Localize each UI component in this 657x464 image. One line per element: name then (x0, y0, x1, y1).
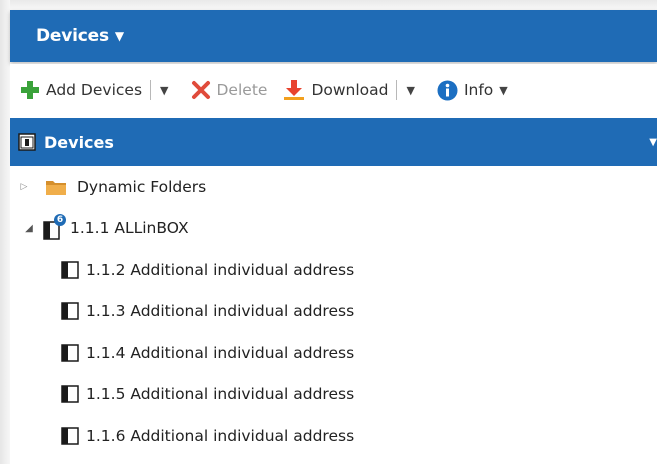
separator (150, 80, 152, 100)
device-icon (60, 384, 80, 404)
tree-item-label: 1.1.1 ALLinBOX (70, 219, 189, 238)
top-shadow (0, 0, 657, 10)
panel-title-dropdown[interactable]: Devices (36, 26, 109, 46)
download-label: Download (311, 81, 389, 99)
download-arrow-icon (283, 79, 305, 101)
separator (396, 80, 398, 100)
panel-title-bar: Devices ▼ (10, 10, 657, 62)
device-icon (60, 301, 80, 321)
info-circle-icon (437, 80, 458, 101)
devices-panel: Devices ▼ Add Devices ▼ Delete Download … (0, 0, 657, 464)
tree-item-label: Dynamic Folders (77, 177, 207, 196)
tree-item-label: 1.1.2 Additional individual address (86, 260, 355, 279)
device-icon: 6 (42, 214, 66, 240)
tree-item-child[interactable]: 1.1.5 Additional individual address (10, 374, 657, 416)
device-icon (60, 426, 80, 446)
tree-item-dynamic-folders[interactable]: ▷ Dynamic Folders (10, 166, 657, 208)
x-icon (191, 80, 211, 100)
info-button[interactable]: Info ▼ (437, 80, 508, 101)
device-icon (60, 343, 80, 363)
add-devices-label: Add Devices (46, 81, 143, 99)
devices-section-header[interactable]: Devices ▼ (10, 118, 657, 166)
tree-item-child[interactable]: 1.1.2 Additional individual address (10, 249, 657, 291)
section-title: Devices (44, 132, 114, 152)
download-button[interactable]: Download (283, 79, 388, 101)
left-shadow (0, 0, 10, 464)
delete-label: Delete (216, 81, 268, 99)
toolbar: Add Devices ▼ Delete Download ▼ Info ▼ (10, 64, 657, 116)
tree-item-child[interactable]: 1.1.6 Additional individual address (10, 415, 657, 457)
download-dropdown-arrow[interactable]: ▼ (406, 84, 414, 97)
tree-item-main-device[interactable]: ◢ 6 1.1.1 ALLinBOX (10, 208, 657, 250)
chevron-down-icon[interactable]: ▼ (115, 29, 124, 43)
collapse-arrow-icon[interactable]: ◢ (24, 223, 34, 234)
add-devices-dropdown-arrow[interactable]: ▼ (160, 84, 168, 97)
info-label: Info (463, 81, 494, 99)
device-icon (60, 260, 80, 280)
expand-arrow-icon[interactable]: ▷ (19, 182, 29, 192)
tree-item-label: 1.1.3 Additional individual address (86, 302, 355, 321)
info-dropdown-arrow[interactable]: ▼ (499, 84, 507, 97)
tree-item-label: 1.1.6 Additional individual address (86, 426, 355, 445)
folder-icon (45, 178, 67, 196)
add-devices-button[interactable]: Add Devices (20, 80, 142, 100)
plus-icon (20, 80, 40, 100)
device-tree: ▷ Dynamic Folders ◢ 6 1.1.1 ALLinBOX 1.1… (10, 166, 657, 457)
delete-button[interactable]: Delete (191, 80, 268, 100)
device-badge: 6 (54, 214, 66, 227)
tree-item-child[interactable]: 1.1.3 Additional individual address (10, 291, 657, 333)
chevron-down-icon[interactable]: ▼ (649, 137, 657, 148)
tree-item-child[interactable]: 1.1.4 Additional individual address (10, 332, 657, 374)
tree-item-label: 1.1.4 Additional individual address (86, 343, 355, 362)
tree-item-label: 1.1.5 Additional individual address (86, 385, 355, 404)
panel-window-icon (18, 133, 36, 151)
